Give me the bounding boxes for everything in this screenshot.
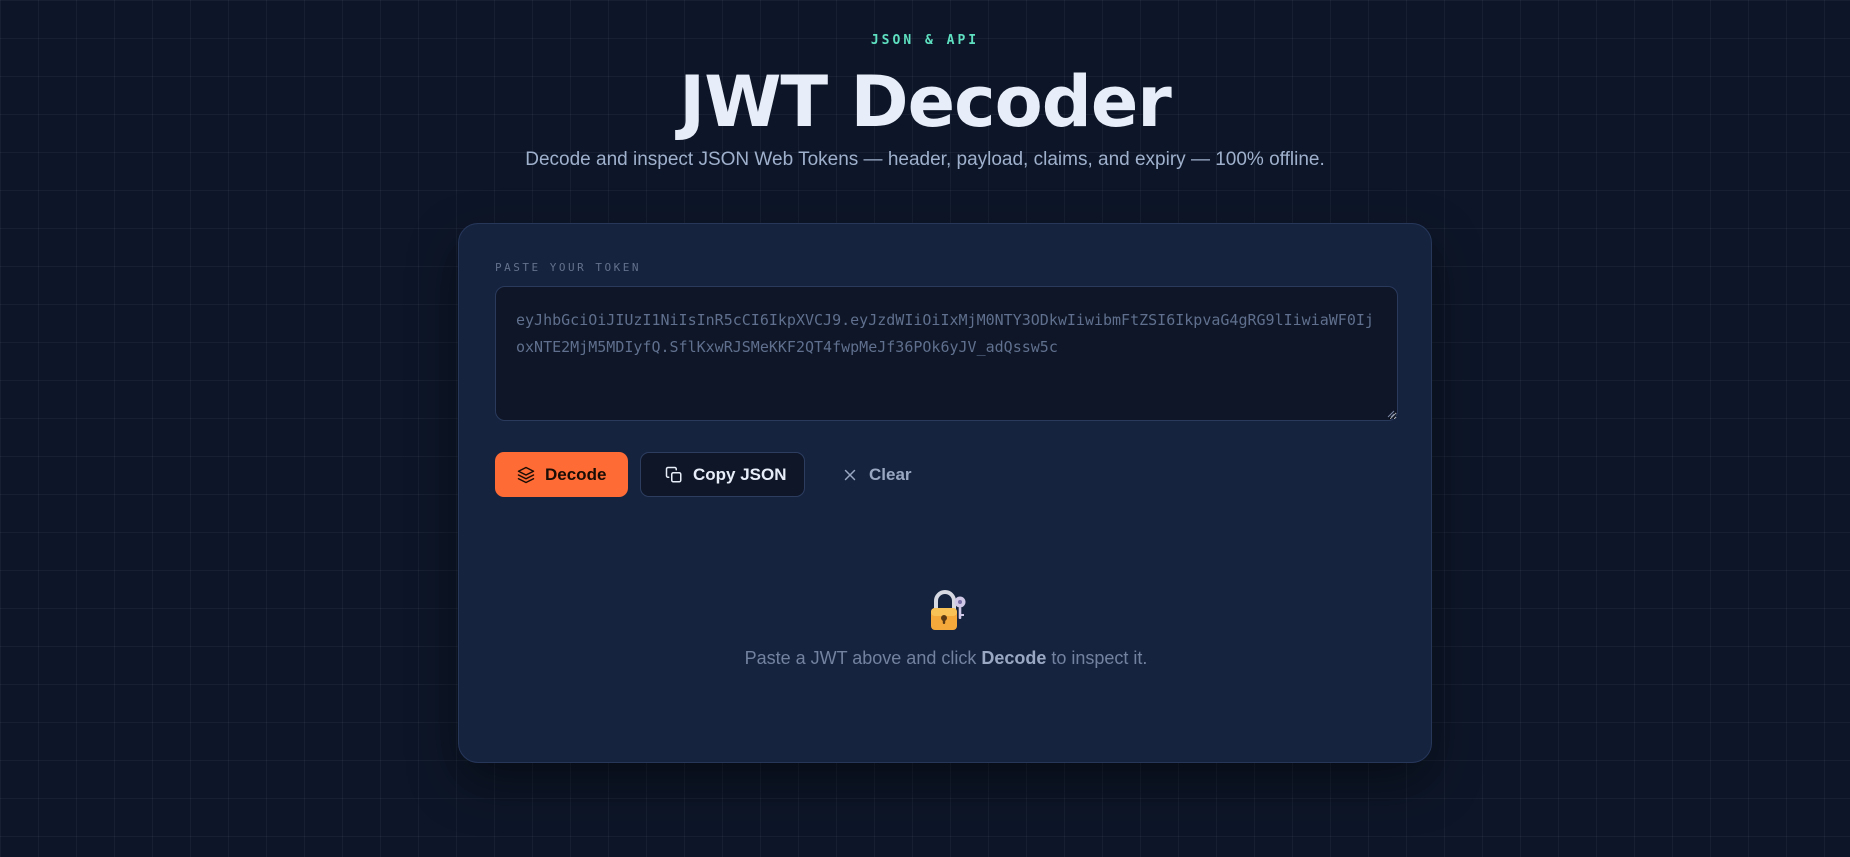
page-subtitle: Decode and inspect JSON Web Tokens — hea… [525, 149, 1325, 170]
close-icon [841, 466, 859, 484]
copy-json-button-label: Copy JSON [693, 464, 787, 484]
token-input[interactable] [495, 286, 1398, 421]
copy-icon [665, 466, 683, 484]
empty-state: Paste a JWT above and click Decode to in… [459, 587, 1433, 669]
token-field-label: PASTE YOUR TOKEN [495, 261, 641, 274]
decode-button[interactable]: Decode [495, 452, 628, 497]
layers-icon [517, 466, 535, 484]
decode-button-label: Decode [545, 464, 607, 484]
eyebrow-label: JSON & API [870, 33, 980, 48]
lock-with-key-icon [923, 587, 969, 633]
empty-state-emphasis: Decode [981, 648, 1047, 668]
clear-button-label: Clear [869, 464, 912, 484]
decoder-card: PASTE YOUR TOKEN Decode Copy JSON [458, 223, 1432, 763]
clear-button[interactable]: Clear [823, 452, 923, 497]
page-title: JWT Decoder [679, 61, 1172, 143]
empty-state-message: Paste a JWT above and click Decode to in… [744, 648, 1148, 668]
copy-json-button[interactable]: Copy JSON [640, 452, 805, 497]
